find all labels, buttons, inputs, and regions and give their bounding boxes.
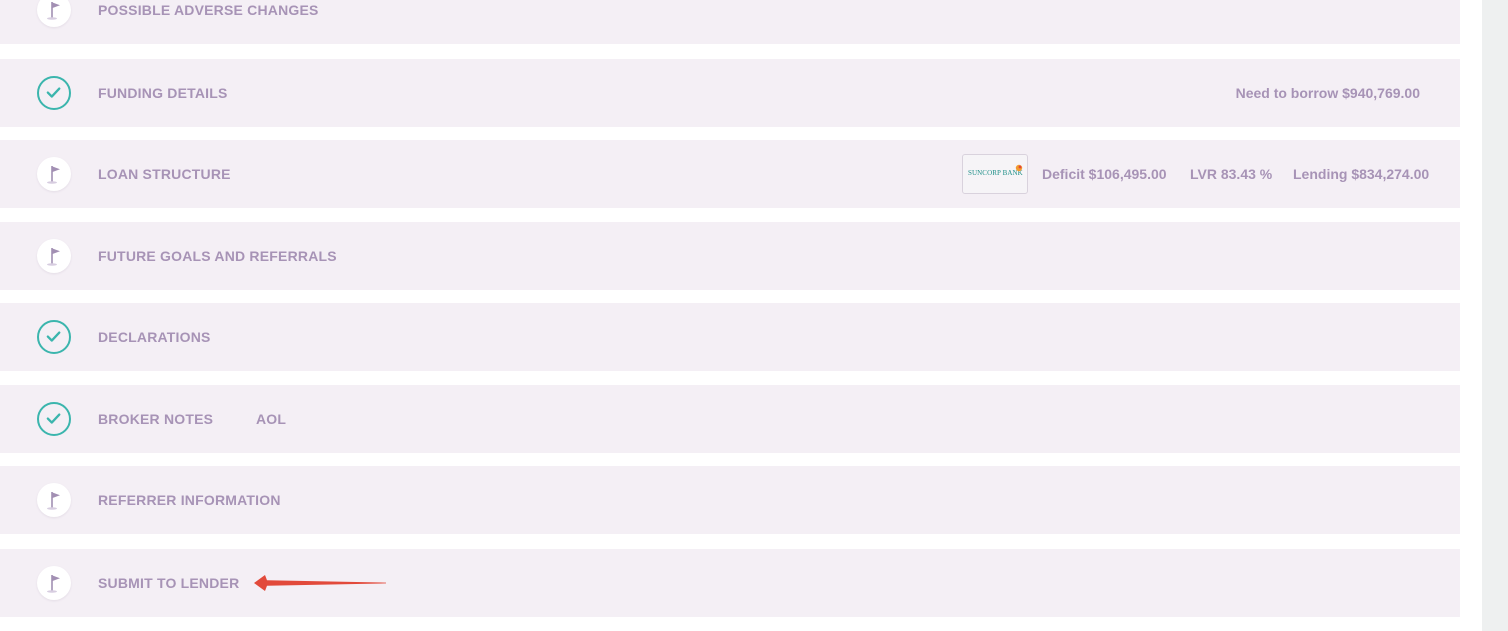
- flag-icon: [37, 0, 71, 27]
- section-label: FUNDING DETAILS: [98, 85, 228, 101]
- lvr-value: LVR 83.43 %: [1190, 166, 1273, 182]
- section-future-goals-and-referrals[interactable]: FUTURE GOALS AND REFERRALS: [0, 222, 1460, 290]
- section-referrer-information[interactable]: REFERRER INFORMATION: [0, 466, 1460, 534]
- flag-icon: [37, 483, 71, 517]
- section-broker-notes[interactable]: BROKER NOTES AOL: [0, 385, 1460, 453]
- lender-mark-icon: [1015, 164, 1023, 172]
- lender-logo: SUNCORP BANK: [962, 154, 1028, 194]
- section-submit-to-lender[interactable]: SUBMIT TO LENDER: [0, 549, 1460, 617]
- broker-notes-aol-tag: AOL: [256, 411, 287, 427]
- section-possible-adverse-changes[interactable]: POSSIBLE ADVERSE CHANGES: [0, 0, 1460, 44]
- check-icon: [37, 76, 71, 110]
- check-icon: [37, 402, 71, 436]
- section-loan-structure[interactable]: LOAN STRUCTURE SUNCORP BANK Deficit $106…: [0, 140, 1460, 208]
- section-label: BROKER NOTES: [98, 411, 214, 427]
- application-sections-list: POSSIBLE ADVERSE CHANGES FUNDING DETAILS…: [0, 0, 1460, 631]
- section-label: SUBMIT TO LENDER: [98, 575, 240, 591]
- flag-icon: [37, 239, 71, 273]
- flag-icon: [37, 566, 71, 600]
- section-label: LOAN STRUCTURE: [98, 166, 231, 182]
- section-label: FUTURE GOALS AND REFERRALS: [98, 248, 337, 264]
- borrow-amount-summary: Need to borrow $940,769.00: [1235, 85, 1420, 101]
- flag-icon: [37, 157, 71, 191]
- deficit-value: Deficit $106,495.00: [1042, 166, 1167, 182]
- section-label: DECLARATIONS: [98, 329, 211, 345]
- page-scroll-rail[interactable]: [1482, 0, 1508, 631]
- section-label: POSSIBLE ADVERSE CHANGES: [98, 2, 319, 18]
- lending-value: Lending $834,274.00: [1293, 166, 1430, 182]
- check-icon: [37, 320, 71, 354]
- section-label: REFERRER INFORMATION: [98, 492, 281, 508]
- arrow-left-icon: [254, 575, 386, 591]
- section-funding-details[interactable]: FUNDING DETAILS Need to borrow $940,769.…: [0, 59, 1460, 127]
- section-declarations[interactable]: DECLARATIONS: [0, 303, 1460, 371]
